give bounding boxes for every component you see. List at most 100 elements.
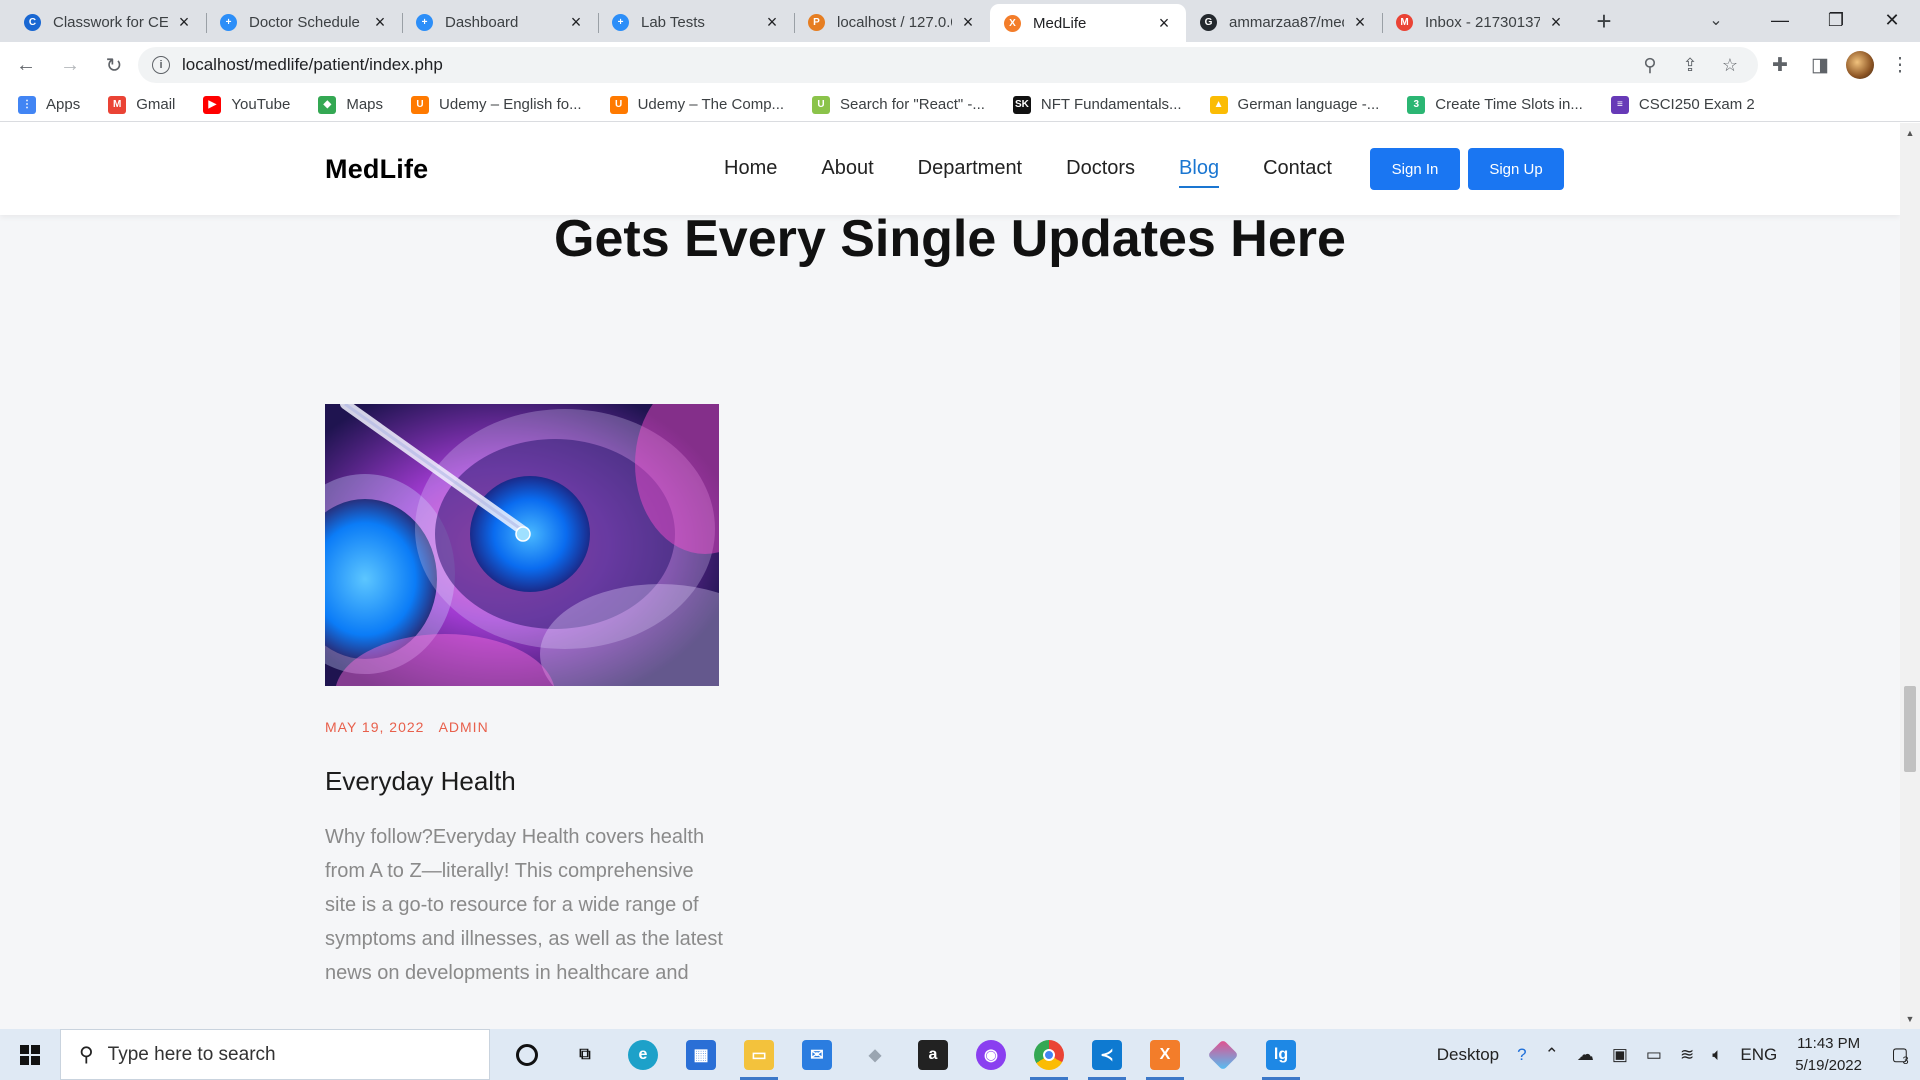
tab-close-icon[interactable]: × xyxy=(1350,12,1370,32)
blog-post-image[interactable] xyxy=(325,404,719,686)
browser-menu-icon[interactable]: ⋮ xyxy=(1880,54,1920,77)
tab-favicon-icon: X xyxy=(1004,14,1021,32)
bookmark-item[interactable]: SK NFT Fundamentals... xyxy=(1012,95,1182,114)
tab-close-icon[interactable]: × xyxy=(958,12,978,32)
amazon-icon[interactable]: a xyxy=(904,1029,962,1080)
browser-tab[interactable]: Gammarzaa87/medlife × xyxy=(1186,4,1382,40)
app-lg-icon[interactable]: lg xyxy=(1252,1029,1310,1080)
tab-close-icon[interactable]: × xyxy=(566,12,586,32)
scrollbar-thumb[interactable] xyxy=(1904,686,1916,772)
chrome-icon[interactable] xyxy=(1020,1029,1078,1080)
close-window-icon[interactable]: ✕ xyxy=(1864,0,1920,40)
nav-link-department[interactable]: Department xyxy=(918,157,1023,186)
nav-link-blog[interactable]: Blog xyxy=(1179,157,1220,188)
restore-icon[interactable]: ❐ xyxy=(1808,0,1864,40)
battery-icon[interactable]: ▭ xyxy=(1646,1045,1662,1065)
git-client-icon[interactable] xyxy=(1194,1029,1252,1080)
wifi-icon[interactable]: ≋ xyxy=(1680,1045,1694,1065)
language-indicator[interactable]: ENG xyxy=(1740,1045,1777,1065)
browser-tab[interactable]: + Doctor Schedule × xyxy=(206,4,402,40)
tab-title: Inbox - 21730137 xyxy=(1425,13,1540,31)
tab-title: Dashboard xyxy=(445,13,519,31)
reload-icon[interactable]: ↻ xyxy=(96,47,132,83)
tab-favicon-icon: + xyxy=(416,13,433,31)
scroll-down-arrow-icon[interactable]: ▼ xyxy=(1900,1011,1920,1027)
browser-toolbar: ← → ↻ i localhost/medlife/patient/index.… xyxy=(0,42,1920,88)
forward-arrow-icon[interactable]: → xyxy=(52,47,88,83)
lab-petri-dish-illustration xyxy=(325,404,719,686)
tab-close-icon[interactable]: × xyxy=(1154,13,1174,33)
nav-link-contact[interactable]: Contact xyxy=(1263,157,1332,186)
site-logo[interactable]: MedLife xyxy=(325,154,428,185)
zoom-icon[interactable]: ⚲ xyxy=(1630,55,1670,76)
browser-tab[interactable]: + Lab Tests × xyxy=(598,4,794,40)
browser-tab[interactable]: C Classwork for CEN × xyxy=(10,4,206,40)
post-title[interactable]: Everyday Health xyxy=(325,766,516,797)
cortana-icon[interactable] xyxy=(498,1029,556,1080)
bookmark-label: Udemy – The Comp... xyxy=(637,96,785,113)
taskbar-search-box[interactable]: ⚲ Type here to search xyxy=(60,1029,490,1080)
volume-icon[interactable]: 🔈︎ xyxy=(1712,1045,1722,1065)
bookmark-item[interactable]: ⋮ Apps xyxy=(18,95,80,114)
sign-up-button[interactable]: Sign Up xyxy=(1468,148,1564,190)
clock[interactable]: 11:43 PM 5/19/2022 xyxy=(1795,1033,1862,1077)
tab-close-icon[interactable]: × xyxy=(762,12,782,32)
minimize-icon[interactable]: — xyxy=(1752,0,1808,40)
nav-link-about[interactable]: About xyxy=(821,157,873,186)
scroll-up-arrow-icon[interactable]: ▲ xyxy=(1900,125,1920,141)
post-author[interactable]: ADMIN xyxy=(439,719,489,735)
dropbox-icon[interactable]: ◆ xyxy=(846,1029,904,1080)
profile-avatar[interactable] xyxy=(1846,51,1874,79)
vscode-icon[interactable]: ≺ xyxy=(1078,1029,1136,1080)
bookmark-star-icon[interactable]: ☆ xyxy=(1710,55,1750,76)
onedrive-icon[interactable]: ☁ xyxy=(1577,1045,1594,1065)
bookmark-item[interactable]: 3 Create Time Slots in... xyxy=(1407,95,1583,114)
tab-close-icon[interactable]: × xyxy=(174,12,194,32)
windows-start-icon[interactable] xyxy=(0,1029,60,1080)
side-panel-icon[interactable]: ◨ xyxy=(1800,54,1840,77)
bookmark-item[interactable]: U Udemy – The Comp... xyxy=(609,95,785,114)
desktop-toolbar-label[interactable]: Desktop xyxy=(1437,1045,1499,1065)
browser-tab[interactable]: + Dashboard × xyxy=(402,4,598,40)
url-text[interactable]: localhost/medlife/patient/index.php xyxy=(182,55,443,75)
tab-close-icon[interactable]: × xyxy=(370,12,390,32)
nav-link-home[interactable]: Home xyxy=(724,157,777,186)
new-tab-button[interactable]: + xyxy=(1586,3,1622,39)
help-icon[interactable]: ? xyxy=(1517,1045,1526,1065)
site-header: MedLife Home About Department Doctors Blog Co… xyxy=(0,123,1900,215)
chevron-up-icon[interactable]: ⌃ xyxy=(1545,1045,1559,1065)
edge-icon[interactable]: e xyxy=(614,1029,672,1080)
xampp-icon[interactable]: X xyxy=(1136,1029,1194,1080)
tab-close-icon[interactable]: × xyxy=(1546,12,1566,32)
taskbar-search-placeholder[interactable]: Type here to search xyxy=(108,1044,276,1066)
bookmarks-bar: ⋮ Apps M Gmail ▶ YouTube ◆ Maps U Udemy – English… xyxy=(0,88,1920,122)
firefox-icon[interactable]: ◉ xyxy=(962,1029,1020,1080)
bookmark-item[interactable]: ◆ Maps xyxy=(318,95,383,114)
nav-link-doctors[interactable]: Doctors xyxy=(1066,157,1135,186)
bookmark-item[interactable]: ▶ YouTube xyxy=(203,95,290,114)
file-explorer-icon[interactable]: ▭ xyxy=(730,1029,788,1080)
notification-center-icon[interactable]: ▢ 3 xyxy=(1880,1029,1920,1080)
bookmark-label: NFT Fundamentals... xyxy=(1040,96,1182,113)
sign-in-button[interactable]: Sign In xyxy=(1370,148,1460,190)
meet-now-icon[interactable]: ▣ xyxy=(1612,1045,1628,1065)
bookmark-item[interactable]: U Search for "React" -... xyxy=(812,95,985,114)
bookmark-item[interactable]: M Gmail xyxy=(108,95,175,114)
site-info-icon[interactable]: i xyxy=(152,56,170,74)
task-view-icon[interactable]: ⧉ xyxy=(556,1029,614,1080)
microsoft-store-icon[interactable]: ▦ xyxy=(672,1029,730,1080)
address-bar[interactable]: i localhost/medlife/patient/index.php ⚲ … xyxy=(138,47,1758,83)
page-scrollbar[interactable]: ▲ ▼ xyxy=(1900,123,1920,1029)
bookmark-item[interactable]: U Udemy – English fo... xyxy=(411,95,582,114)
browser-tab[interactable]: X MedLife × xyxy=(990,4,1186,42)
taskbar-apps: ⧉ e ▦ ▭ ✉ ◆ a ◉ ≺ X lg xyxy=(498,1029,1310,1080)
mail-icon[interactable]: ✉ xyxy=(788,1029,846,1080)
share-icon[interactable]: ⇪ xyxy=(1670,55,1710,76)
tab-search-icon[interactable]: ⌄ xyxy=(1702,6,1730,34)
extensions-puzzle-icon[interactable]: ✚ xyxy=(1760,54,1800,77)
browser-tab[interactable]: Plocalhost / 127.0.0.1 × xyxy=(794,4,990,40)
bookmark-item[interactable]: ▲ German language -... xyxy=(1209,95,1379,114)
bookmark-item[interactable]: ≡ CSCI250 Exam 2 xyxy=(1610,95,1755,114)
back-arrow-icon[interactable]: ← xyxy=(8,47,44,83)
browser-tab[interactable]: M Inbox - 21730137 × xyxy=(1382,4,1578,40)
